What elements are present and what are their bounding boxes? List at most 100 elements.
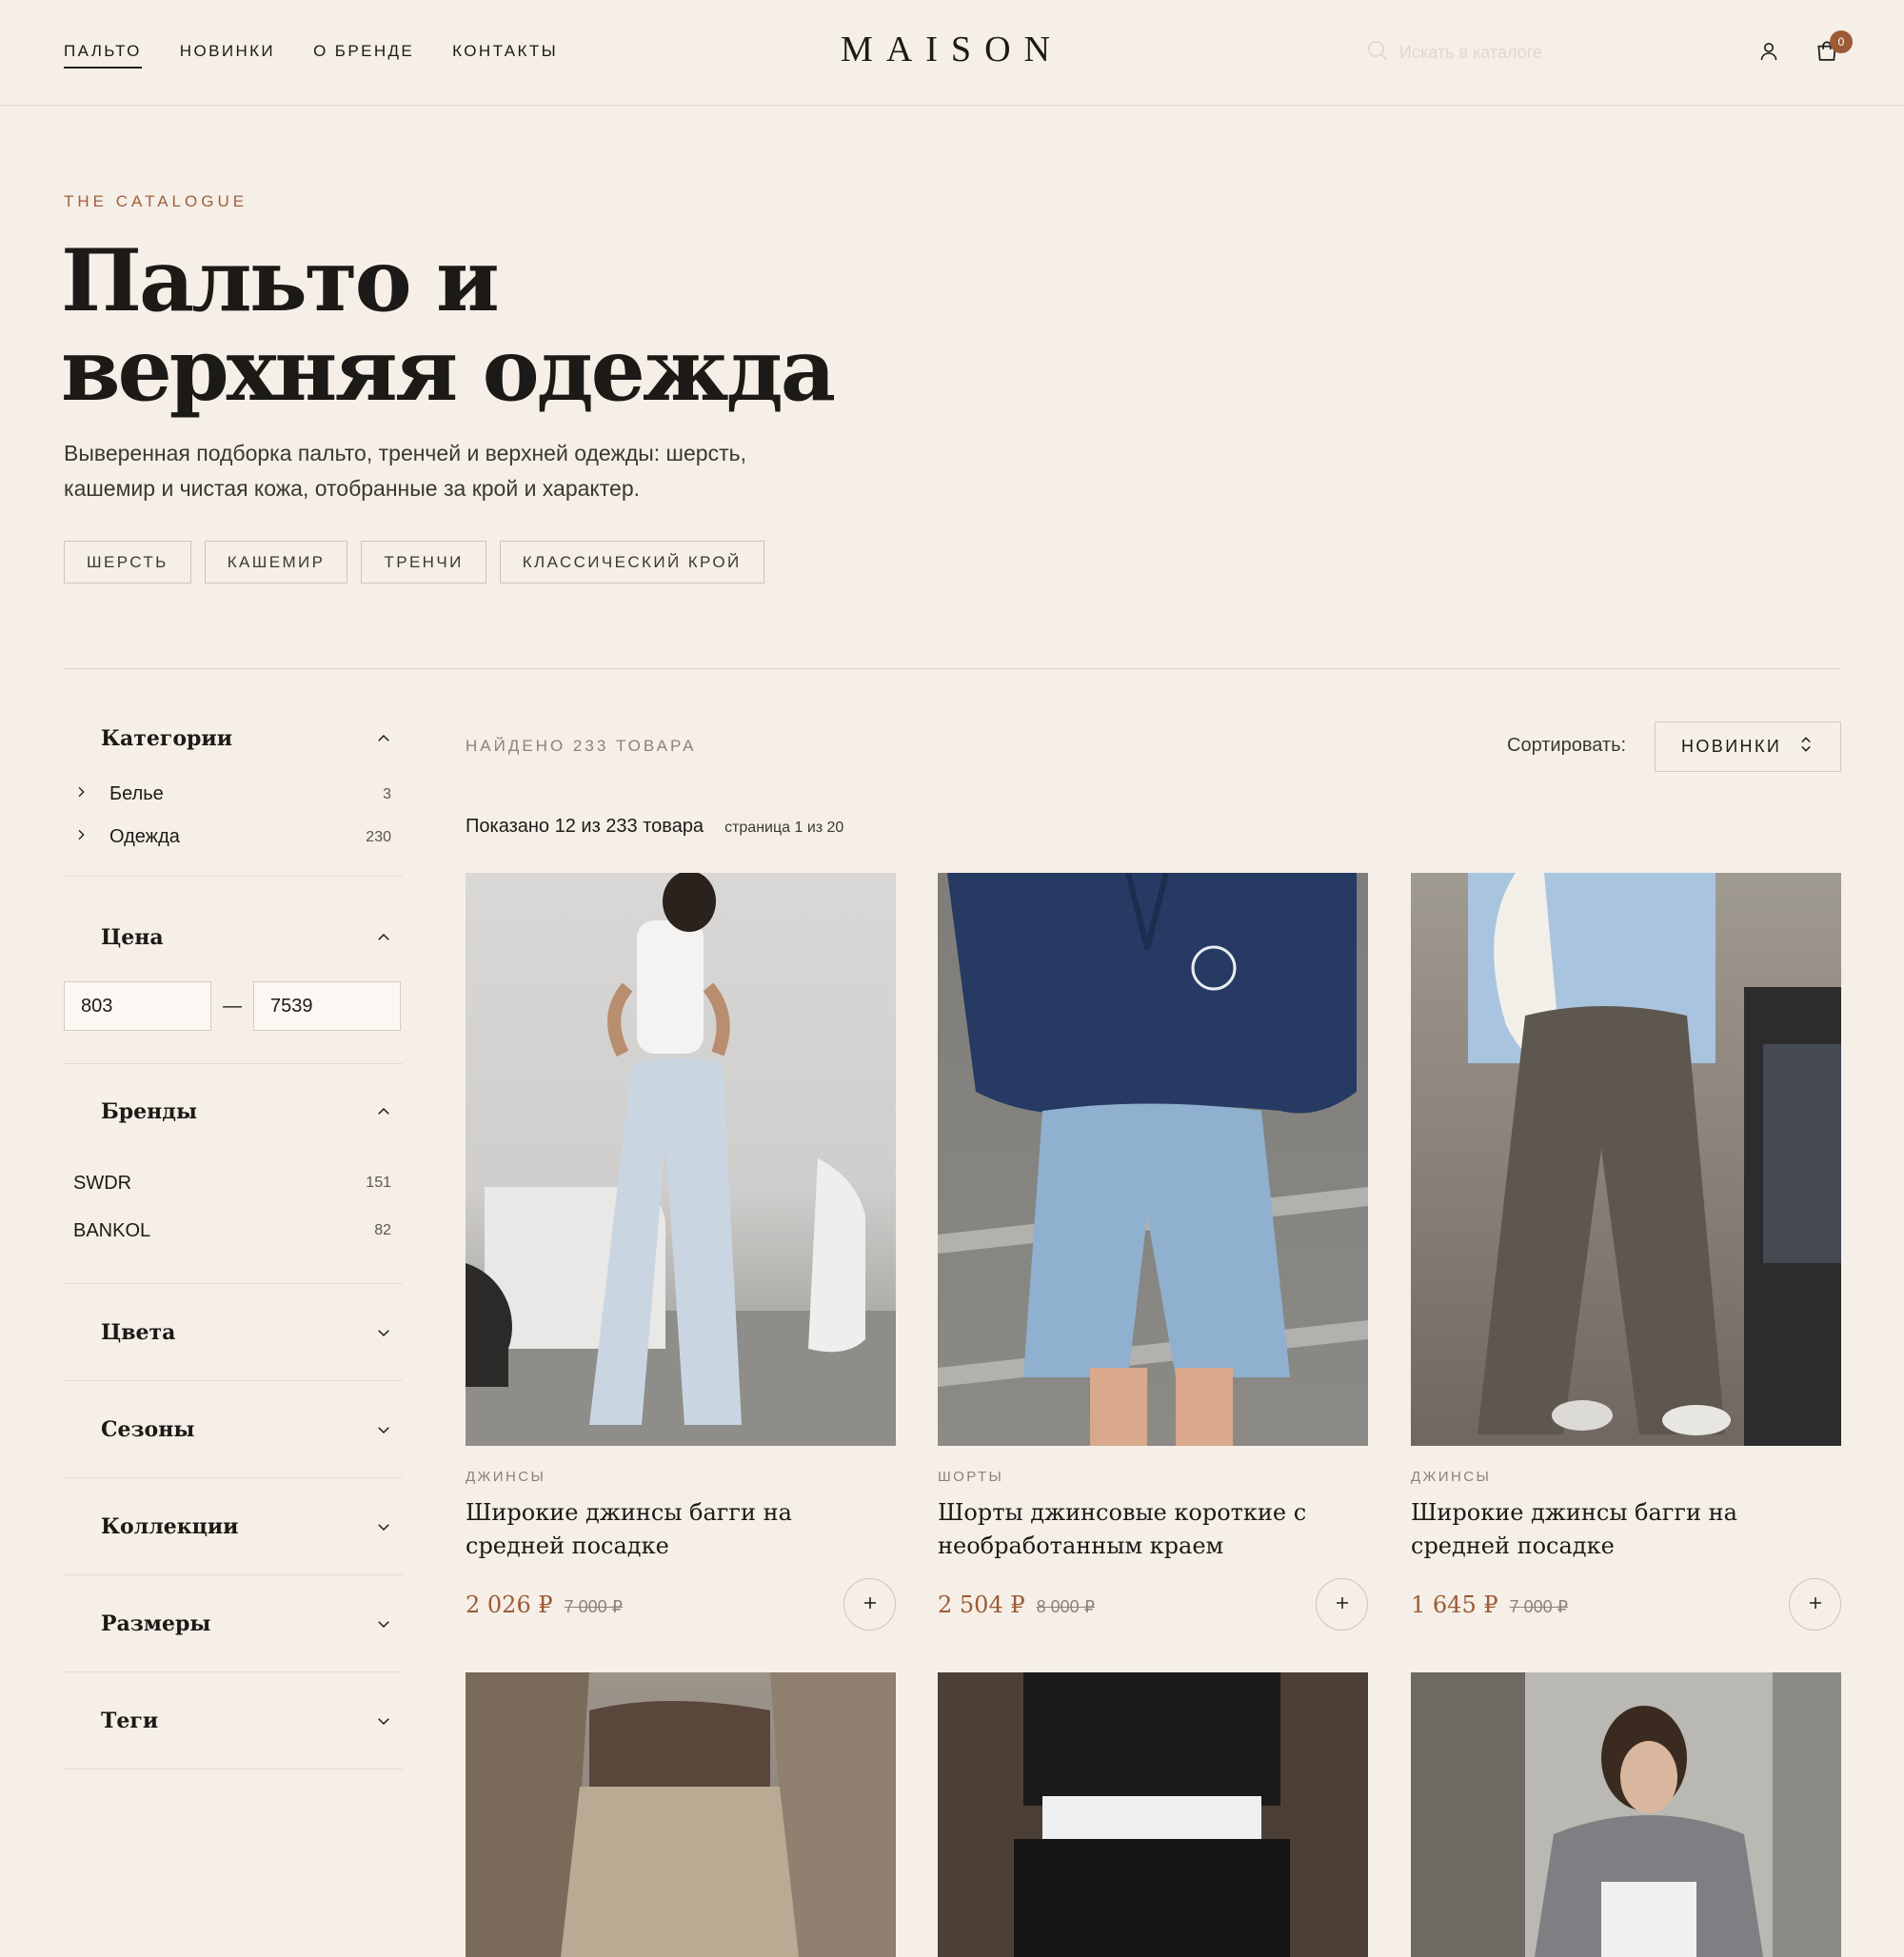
filter-collections-header[interactable]: Коллекции	[64, 1478, 403, 1574]
shown-count: Показано 12 из 233 товара	[466, 816, 704, 837]
price-separator: —	[223, 995, 242, 1017]
product-old-price: 7 000 ₽	[1509, 1596, 1569, 1616]
product-image[interactable]	[466, 873, 896, 1446]
filter-categories-header[interactable]: Категории	[64, 704, 403, 773]
product-old-price: 8 000 ₽	[1036, 1596, 1096, 1616]
brand-count: 151	[366, 1175, 391, 1191]
product-image[interactable]	[938, 873, 1368, 1446]
category-count: 230	[366, 828, 391, 845]
category-count: 3	[383, 785, 391, 802]
product-image[interactable]	[938, 1672, 1368, 1957]
catalogue-eyebrow: THE CATALOGUE	[64, 192, 248, 210]
filter-colors: Цвета	[64, 1284, 403, 1381]
chip-trench[interactable]: ТРЕНЧИ	[361, 541, 486, 583]
results-count: НАЙДЕНО 233 ТОВАРА	[466, 737, 697, 755]
chevron-up-icon	[365, 1103, 403, 1120]
page-indicator: страница 1 из 20	[724, 820, 844, 836]
add-to-cart-button[interactable]	[843, 1578, 896, 1631]
search-input[interactable]	[1399, 43, 1647, 63]
product-category: ДЖИНСЫ	[1411, 1469, 1492, 1485]
chip-wool[interactable]: ШЕРСТЬ	[64, 541, 191, 583]
chevron-down-icon	[365, 1712, 403, 1730]
category-label: Белье	[109, 783, 164, 804]
product-price: 1 645 ₽	[1411, 1591, 1498, 1618]
account-icon[interactable]	[1754, 36, 1784, 67]
product-name[interactable]: Широкие джинсы багги на средней посадке	[1411, 1496, 1841, 1563]
cart-count-badge: 0	[1830, 30, 1853, 53]
product-price-row: 2 026 ₽ 7 000 ₽	[466, 1578, 896, 1631]
pagination-info: Показано 12 из 233 товара страница 1 из …	[466, 816, 843, 838]
product-name[interactable]: Шорты джинсовые короткие с необработанны…	[938, 1496, 1368, 1563]
chevron-down-icon	[365, 1615, 403, 1632]
filters-sidebar: Категории Белье 3 Одежда 230 Цена — Брен…	[64, 704, 403, 1769]
brand-count: 82	[374, 1222, 391, 1238]
product-name[interactable]: Широкие джинсы багги на средней посадке	[466, 1496, 896, 1563]
product-image[interactable]	[1411, 1672, 1841, 1957]
product-card[interactable]: ШОРТЫ Шорты джинсовые короткие с необраб…	[938, 873, 1368, 1631]
plus-icon	[1334, 1594, 1351, 1614]
tag-chips: ШЕРСТЬ КАШЕМИР ТРЕНЧИ КЛАССИЧЕСКИЙ КРОЙ	[64, 541, 764, 583]
filter-tags-header[interactable]: Теги	[64, 1672, 403, 1769]
sort-value: НОВИНКИ	[1681, 737, 1782, 756]
filter-sizes-header[interactable]: Размеры	[64, 1575, 403, 1671]
product-price-row: 2 504 ₽ 8 000 ₽	[938, 1578, 1368, 1631]
filter-title: Бренды	[101, 1099, 197, 1124]
chip-classic-cut[interactable]: КЛАССИЧЕСКИЙ КРОЙ	[499, 541, 764, 583]
category-item[interactable]: Белье 3	[64, 773, 403, 816]
product-image[interactable]	[466, 1672, 896, 1957]
product-card[interactable]: ДЖИНСЫ Широкие джинсы багги на средней п…	[466, 873, 896, 1631]
filter-seasons: Сезоны	[64, 1381, 403, 1478]
product-prices: 1 645 ₽ 7 000 ₽	[1411, 1591, 1568, 1618]
filter-title: Коллекции	[101, 1513, 239, 1539]
chevron-up-icon	[365, 730, 403, 747]
brand-item[interactable]: SWDR 151	[64, 1159, 403, 1207]
chevron-right-icon	[73, 784, 109, 804]
filter-collections: Коллекции	[64, 1478, 403, 1575]
product-price: 2 026 ₽	[466, 1591, 553, 1618]
filter-tags: Теги	[64, 1672, 403, 1769]
product-prices: 2 026 ₽ 7 000 ₽	[466, 1591, 623, 1618]
chevron-down-icon	[365, 1324, 403, 1341]
product-old-price: 7 000 ₽	[564, 1596, 624, 1616]
site-header: ПАЛЬТО НОВИНКИ О БРЕНДЕ КОНТАКТЫ MAISON …	[0, 0, 1904, 106]
filter-price-header[interactable]: Цена	[64, 903, 403, 972]
filter-categories: Категории Белье 3 Одежда 230	[64, 704, 403, 877]
plus-icon	[1807, 1594, 1824, 1614]
sort-select[interactable]: НОВИНКИ	[1655, 722, 1841, 772]
filter-title: Сезоны	[101, 1416, 195, 1442]
product-price-row: 1 645 ₽ 7 000 ₽	[1411, 1578, 1841, 1631]
filter-sizes: Размеры	[64, 1575, 403, 1672]
chevron-down-icon	[365, 1421, 403, 1438]
product-category: ШОРТЫ	[938, 1469, 1004, 1485]
chevron-down-icon	[365, 1518, 403, 1535]
page-title: Пальто и верхняя одежда	[61, 230, 836, 421]
brand-item[interactable]: BANKOL 82	[64, 1207, 403, 1255]
plus-icon	[862, 1594, 879, 1614]
product-card[interactable]	[1411, 1672, 1841, 1957]
search-bar	[1365, 38, 1647, 68]
filter-title: Теги	[101, 1708, 159, 1733]
page-description: Выверенная подборка пальто, тренчей и ве…	[64, 441, 746, 501]
category-item[interactable]: Одежда 230	[64, 816, 403, 859]
sort-label: Сортировать:	[1507, 735, 1627, 756]
chevron-right-icon	[73, 827, 109, 847]
filter-brands-header[interactable]: Бренды	[64, 1064, 403, 1159]
chevron-up-icon	[365, 929, 403, 946]
product-prices: 2 504 ₽ 8 000 ₽	[938, 1591, 1095, 1618]
add-to-cart-button[interactable]	[1789, 1578, 1841, 1631]
chip-cashmere[interactable]: КАШЕМИР	[204, 541, 348, 583]
price-min-input[interactable]	[64, 981, 211, 1031]
price-max-input[interactable]	[253, 981, 401, 1031]
filter-price: Цена —	[64, 903, 403, 1064]
product-card[interactable]	[466, 1672, 896, 1957]
product-image[interactable]	[1411, 873, 1841, 1446]
brand-label: SWDR	[73, 1172, 132, 1194]
add-to-cart-button[interactable]	[1316, 1578, 1368, 1631]
product-card[interactable]	[938, 1672, 1368, 1957]
chevron-updown-icon	[1798, 735, 1814, 759]
price-range: —	[64, 972, 403, 1063]
filter-seasons-header[interactable]: Сезоны	[64, 1381, 403, 1477]
product-card[interactable]: ДЖИНСЫ Широкие джинсы багги на средней п…	[1411, 873, 1841, 1631]
filter-colors-header[interactable]: Цвета	[64, 1284, 403, 1380]
search-icon	[1365, 38, 1390, 68]
